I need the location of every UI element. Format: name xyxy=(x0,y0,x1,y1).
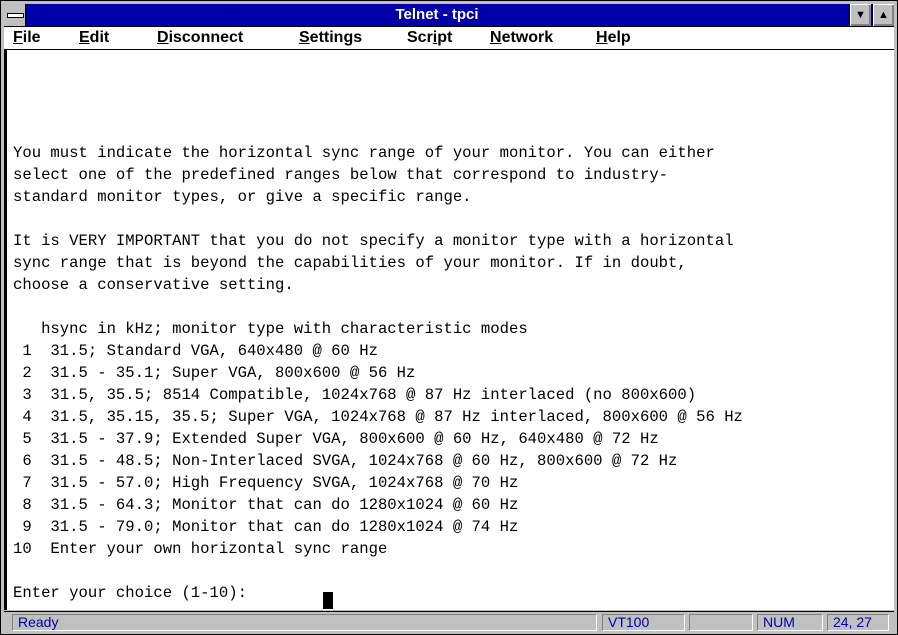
menu-script-label-pre: Scr xyxy=(407,29,433,46)
title-bar[interactable]: Telnet - tpci ▼ ▲ xyxy=(4,4,894,27)
menu-help[interactable]: Help xyxy=(596,27,631,49)
minimize-button[interactable]: ▼ xyxy=(849,4,871,26)
menu-file[interactable]: File xyxy=(13,27,41,49)
terminal-line: hsync in kHz; monitor type with characte… xyxy=(13,320,528,338)
terminal-line: 1 31.5; Standard VGA, 640x480 @ 60 Hz xyxy=(13,342,378,360)
maximize-button[interactable]: ▲ xyxy=(872,4,894,26)
terminal-line: 10 Enter your own horizontal sync range xyxy=(13,540,388,558)
terminal-line: select one of the predefined ranges belo… xyxy=(13,166,669,184)
terminal-line: 2 31.5 - 35.1; Super VGA, 800x600 @ 56 H… xyxy=(13,364,416,382)
terminal-line: 6 31.5 - 48.5; Non-Interlaced SVGA, 1024… xyxy=(13,452,678,470)
status-text: Ready xyxy=(12,614,597,631)
terminal-line: 3 31.5, 35.5; 8514 Compatible, 1024x768 … xyxy=(13,386,697,404)
terminal-line: 5 31.5 - 37.9; Extended Super VGA, 800x6… xyxy=(13,430,659,448)
terminal-line: You must indicate the horizontal sync ra… xyxy=(13,144,715,162)
triangle-up-icon: ▲ xyxy=(878,9,889,21)
status-numlock: NUM xyxy=(757,614,823,631)
menu-file-mnemonic: F xyxy=(13,29,23,46)
terminal-line: 8 31.5 - 64.3; Monitor that can do 1280x… xyxy=(13,496,519,514)
menu-script[interactable]: Script xyxy=(407,27,452,49)
status-cursor-position: 24, 27 xyxy=(827,614,889,631)
system-menu-icon xyxy=(7,13,24,18)
menu-disconnect[interactable]: Disconnect xyxy=(157,27,243,49)
menu-disconnect-label: isconnect xyxy=(168,29,244,46)
menu-edit-mnemonic: E xyxy=(79,29,90,46)
terminal-line: 4 31.5, 35.15, 35.5; Super VGA, 1024x768… xyxy=(13,408,743,426)
terminal-line: 9 31.5 - 79.0; Monitor that can do 1280x… xyxy=(13,518,519,536)
terminal-line: standard monitor types, or give a specif… xyxy=(13,188,472,206)
menu-edit[interactable]: Edit xyxy=(79,27,109,49)
window-title: Telnet - tpci xyxy=(395,6,479,23)
terminal-line: 7 31.5 - 57.0; High Frequency SVGA, 1024… xyxy=(13,474,519,492)
terminal-line: sync range that is beyond the capabiliti… xyxy=(13,254,687,272)
menu-network-mnemonic: N xyxy=(490,29,502,46)
system-menu-button[interactable] xyxy=(4,4,26,26)
menu-settings[interactable]: Settings xyxy=(299,27,362,49)
terminal-prompt-line: Enter your choice (1-10): xyxy=(13,584,257,602)
menu-help-mnemonic: H xyxy=(596,29,608,46)
telnet-window: Telnet - tpci ▼ ▲ File Edit Disconnect S… xyxy=(0,0,898,635)
triangle-down-icon: ▼ xyxy=(855,9,866,21)
terminal-screen[interactable]: You must indicate the horizontal sync ra… xyxy=(4,50,894,610)
menu-script-label: pt xyxy=(437,29,453,46)
menu-edit-label: dit xyxy=(89,29,110,46)
menu-disconnect-mnemonic: D xyxy=(157,29,169,46)
status-empty-pane xyxy=(689,614,753,631)
terminal-line: choose a conservative setting. xyxy=(13,276,294,294)
terminal-cursor xyxy=(323,592,333,609)
menu-settings-label: ettings xyxy=(309,29,363,46)
terminal-line: It is VERY IMPORTANT that you do not spe… xyxy=(13,232,734,250)
menu-settings-mnemonic: S xyxy=(299,29,310,46)
status-emulation: VT100 xyxy=(602,614,685,631)
menu-file-label: ile xyxy=(22,29,41,46)
menu-help-label: elp xyxy=(607,29,631,46)
menu-network[interactable]: Network xyxy=(490,27,553,49)
menu-network-label: etwork xyxy=(501,29,554,46)
menu-bar: File Edit Disconnect Settings Script Net… xyxy=(4,27,894,50)
status-bar: Ready VT100 NUM 24, 27 xyxy=(4,611,894,633)
